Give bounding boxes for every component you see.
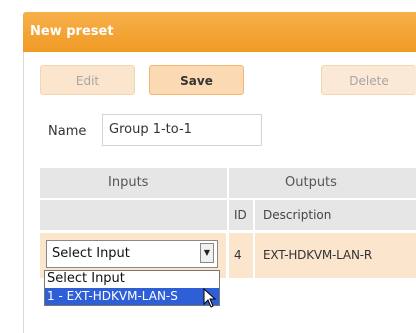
column-divider-id [253,200,255,290]
edit-button[interactable]: Edit [40,65,135,95]
save-button[interactable]: Save [149,65,244,95]
description-column-header: Description [263,208,332,222]
outputs-column-header: Outputs [285,175,337,190]
id-column-header: ID [234,208,247,222]
name-label: Name [48,124,87,139]
mouse-pointer-icon [203,288,217,308]
output-id-cell: 4 [234,248,242,262]
delete-button[interactable]: Delete [321,65,416,95]
name-input[interactable]: Group 1-to-1 [102,114,262,146]
panel-title: New preset [30,24,114,39]
output-description-cell: EXT-HDKVM-LAN-R [263,248,372,262]
column-divider [227,168,229,288]
dropdown-option-select-input[interactable]: Select Input [45,271,221,287]
dropdown-option-ext-hdkvm-lan-s[interactable]: 1 - EXT-HDKVM-LAN-S [45,288,219,305]
chevron-down-icon[interactable]: ▼ [200,243,214,263]
inputs-column-header: Inputs [108,175,149,190]
input-select[interactable]: Select Input [46,240,218,268]
